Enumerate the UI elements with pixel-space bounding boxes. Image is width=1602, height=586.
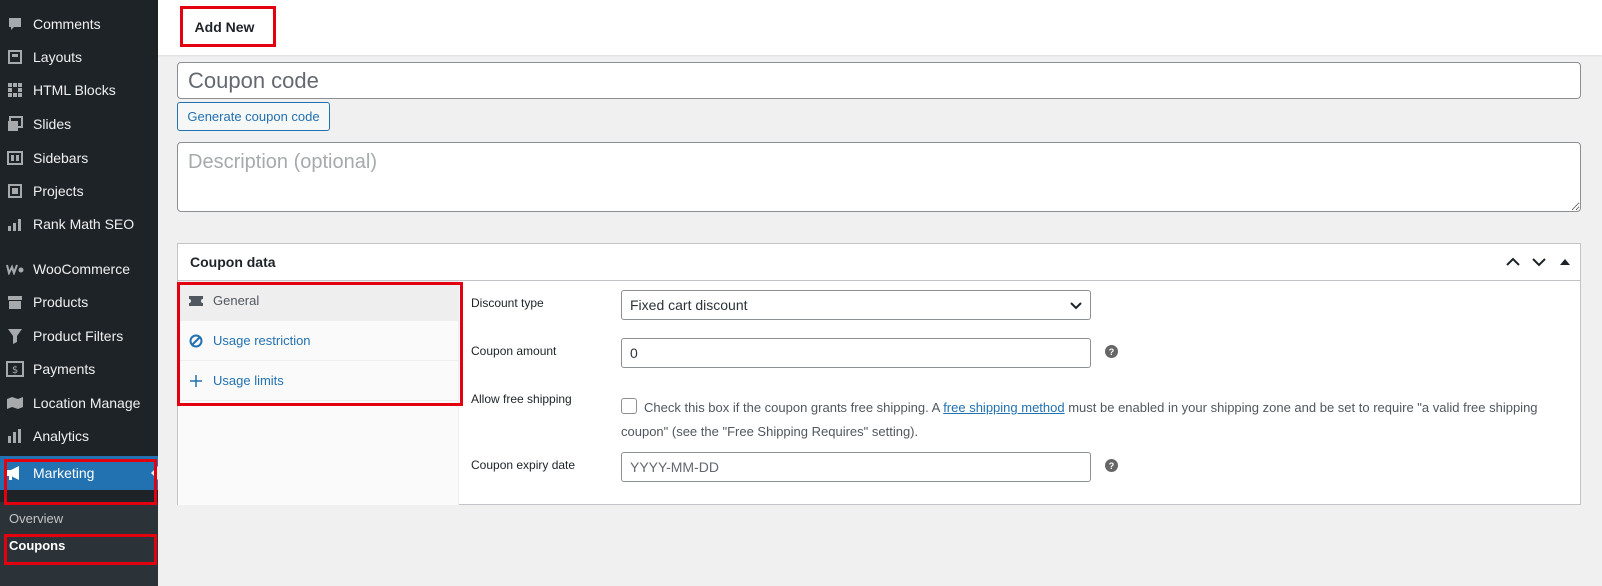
help-icon[interactable]: ?: [1105, 345, 1118, 358]
sidebar-item-label: Marketing: [33, 465, 95, 481]
megaphone-icon: [5, 463, 25, 483]
sidebar-item-layouts[interactable]: Layouts: [0, 40, 158, 74]
sidebar-item-label: Analytics: [33, 428, 90, 444]
ticket-icon: [188, 293, 204, 309]
sidebar-item-label: Sidebars: [33, 150, 89, 166]
filter-icon: [5, 326, 25, 346]
admin-sidebar: Comments Layouts HTML Blocks Slides Side…: [0, 0, 158, 586]
sidebar-item-woocommerce[interactable]: WooCommerce: [0, 252, 158, 286]
sidebars-icon: [5, 148, 25, 168]
sidebar-item-label: Products: [33, 294, 89, 310]
chevron-up-icon[interactable]: [1504, 253, 1522, 271]
sidebar-item-label: Payments: [33, 361, 96, 377]
layouts-icon: [5, 47, 25, 67]
sidebar-item-label: Rank Math SEO: [33, 216, 135, 232]
sidebar-item-html-blocks[interactable]: HTML Blocks: [0, 73, 158, 107]
tab-label: General: [213, 293, 260, 308]
sidebar-item-label: Slides: [33, 116, 72, 132]
sidebar-item-rank-math-seo[interactable]: Rank Math SEO: [0, 207, 158, 241]
sidebar-item-label: HTML Blocks: [33, 82, 116, 98]
coupon-data-tabs: General Usage restriction Usage limits: [178, 281, 459, 505]
sidebar-item-label: Projects: [33, 183, 84, 199]
sidebar-item-product-filters[interactable]: Product Filters: [0, 319, 158, 353]
submenu-item-coupons[interactable]: Coupons: [9, 538, 65, 553]
tab-usage-restriction[interactable]: Usage restriction: [178, 321, 459, 361]
tab-label: Usage restriction: [213, 333, 311, 348]
comment-icon: [5, 14, 25, 34]
coupon-amount-input[interactable]: [621, 338, 1091, 368]
tab-general[interactable]: General: [178, 281, 459, 321]
coupon-amount-label: Coupon amount: [471, 344, 557, 358]
grid-icon: [5, 80, 25, 100]
description-textarea[interactable]: [177, 142, 1581, 212]
arrows-icon: [188, 373, 204, 389]
map-icon: [5, 393, 25, 413]
tab-label: Usage limits: [213, 373, 284, 388]
sidebar-item-projects[interactable]: Projects: [0, 174, 158, 208]
bar-chart-icon: [5, 426, 25, 446]
submenu-item-overview[interactable]: Overview: [9, 511, 63, 526]
discount-type-label: Discount type: [471, 296, 544, 310]
sidebar-item-comments[interactable]: Comments: [0, 7, 158, 41]
page-header: Add New: [158, 0, 1602, 55]
panel-header: Coupon data: [178, 244, 1580, 281]
free-shipping-text: Check this box if the coupon grants free…: [644, 400, 944, 415]
chevron-down-icon[interactable]: [1530, 253, 1548, 271]
sidebar-item-location-manage[interactable]: Location Manage: [0, 386, 158, 420]
sidebar-item-analytics[interactable]: Analytics: [0, 419, 158, 453]
sidebar-item-products[interactable]: Products: [0, 285, 158, 319]
add-new-button[interactable]: Add New: [180, 9, 269, 45]
coupon-code-input[interactable]: [177, 62, 1581, 99]
archive-icon: [5, 292, 25, 312]
chevron-down-icon: [1070, 298, 1082, 314]
tab-usage-limits[interactable]: Usage limits: [178, 361, 459, 401]
toggle-triangle-icon[interactable]: [1556, 253, 1574, 271]
sidebar-item-label: Location Manage: [33, 395, 141, 411]
discount-type-value: Fixed cart discount: [630, 297, 748, 313]
sidebar-item-sidebars[interactable]: Sidebars: [0, 141, 158, 175]
coupon-expiry-label: Coupon expiry date: [471, 458, 576, 472]
sidebar-item-label: Comments: [33, 16, 101, 32]
svg-text:$: $: [12, 365, 18, 376]
sidebar-item-label: Layouts: [33, 49, 83, 65]
ban-icon: [188, 333, 204, 349]
generate-coupon-code-button[interactable]: Generate coupon code: [177, 102, 330, 131]
sidebar-item-slides[interactable]: Slides: [0, 107, 158, 141]
help-icon[interactable]: ?: [1105, 459, 1118, 472]
woo-icon: [5, 259, 25, 279]
free-shipping-description: Check this box if the coupon grants free…: [621, 396, 1561, 444]
sidebar-item-payments[interactable]: $ Payments: [0, 352, 158, 386]
projects-icon: [5, 181, 25, 201]
free-shipping-label: Allow free shipping: [471, 392, 572, 406]
coupon-data-panel: Coupon data General Usage restriction Us…: [177, 243, 1581, 505]
sidebar-item-marketing[interactable]: Marketing: [0, 456, 158, 490]
coupon-expiry-input[interactable]: [621, 452, 1091, 482]
discount-type-select[interactable]: Fixed cart discount: [621, 290, 1091, 320]
sidebar-item-label: Product Filters: [33, 328, 124, 344]
marketing-submenu: Overview Coupons: [0, 502, 158, 586]
chart-icon: [5, 214, 25, 234]
panel-title: Coupon data: [190, 254, 276, 270]
dollar-icon: $: [5, 359, 25, 379]
slides-icon: [5, 114, 25, 134]
sidebar-item-label: WooCommerce: [33, 261, 130, 277]
free-shipping-method-link[interactable]: free shipping method: [943, 400, 1064, 415]
